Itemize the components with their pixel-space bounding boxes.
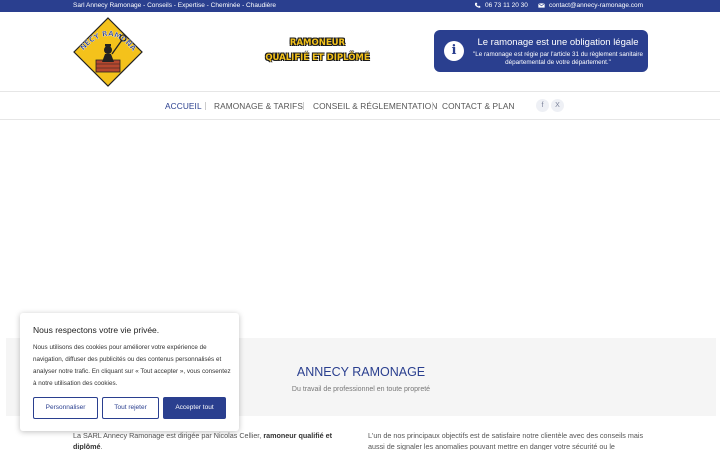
- nav-divider: [303, 102, 304, 110]
- phone-icon: [474, 2, 481, 8]
- cookie-title: Nous respectons votre vie privée.: [33, 325, 160, 335]
- nav-item-contact-plan[interactable]: CONTACT & PLAN: [442, 101, 515, 111]
- cookie-consent-banner: Nous respectons votre vie privée. Nous u…: [20, 313, 239, 431]
- hero-slider: [0, 121, 720, 338]
- cookie-customize-button[interactable]: Personnaliser: [33, 397, 98, 419]
- legal-notice-text: "Le ramonage est régie par l'article 31 …: [472, 51, 644, 66]
- annecy-ramonage-logo[interactable]: ANNECY RAMONAGE: [72, 16, 144, 88]
- facebook-icon[interactable]: f: [536, 99, 549, 112]
- email-link[interactable]: contact@annecy-ramonage.com: [538, 2, 643, 9]
- intro-right-text: L'un de nos principaux objectifs est de …: [368, 431, 644, 450]
- x-twitter-icon[interactable]: X: [551, 99, 564, 112]
- cookie-text: Nous utilisons des cookies pour améliore…: [33, 344, 231, 387]
- nav-divider: [432, 102, 433, 110]
- cookie-accept-button[interactable]: Accepter tout: [163, 397, 226, 419]
- phone-number: 06 73 11 20 30: [485, 2, 528, 9]
- main-nav: ACCUEIL RAMONAGE & TARIFS CONSEIL & RÉGL…: [0, 92, 720, 120]
- mail-icon: [538, 3, 545, 8]
- legal-notice-box: i Le ramonage est une obligation légale …: [434, 30, 648, 72]
- nav-divider: [205, 102, 206, 110]
- intro-left-suffix: .: [100, 442, 103, 450]
- slogan-line-1: RAMONEUR: [289, 38, 346, 48]
- nav-item-conseil-reglementation[interactable]: CONSEIL & RÉGLEMENTATION: [313, 101, 437, 111]
- top-bar: Sarl Annecy Ramonage - Conseils - Expert…: [0, 0, 720, 12]
- intro-left-prefix: La SARL Annecy Ramonage est dirigée par …: [73, 431, 264, 440]
- nav-item-accueil[interactable]: ACCUEIL: [165, 101, 202, 111]
- slogan: RAMONEUR QUALIFIÉ ET DIPLÔMÉ: [255, 36, 380, 66]
- phone-link[interactable]: 06 73 11 20 30: [474, 2, 528, 9]
- email-address: contact@annecy-ramonage.com: [549, 2, 644, 9]
- nav-item-ramonage-tarifs[interactable]: RAMONAGE & TARIFS: [214, 101, 303, 111]
- site-header: ANNECY RAMONAGE RAMONEUR QUALIFIÉ ET DIP…: [0, 12, 720, 92]
- top-tagline: Sarl Annecy Ramonage - Conseils - Expert…: [73, 2, 277, 9]
- cookie-reject-button[interactable]: Tout rejeter: [102, 397, 159, 419]
- info-icon: i: [444, 41, 464, 61]
- slogan-line-2: QUALIFIÉ ET DIPLÔMÉ: [265, 53, 370, 63]
- intro-left-text: La SARL Annecy Ramonage est dirigée par …: [73, 430, 353, 450]
- legal-notice-title: Le ramonage est une obligation légale: [477, 37, 639, 48]
